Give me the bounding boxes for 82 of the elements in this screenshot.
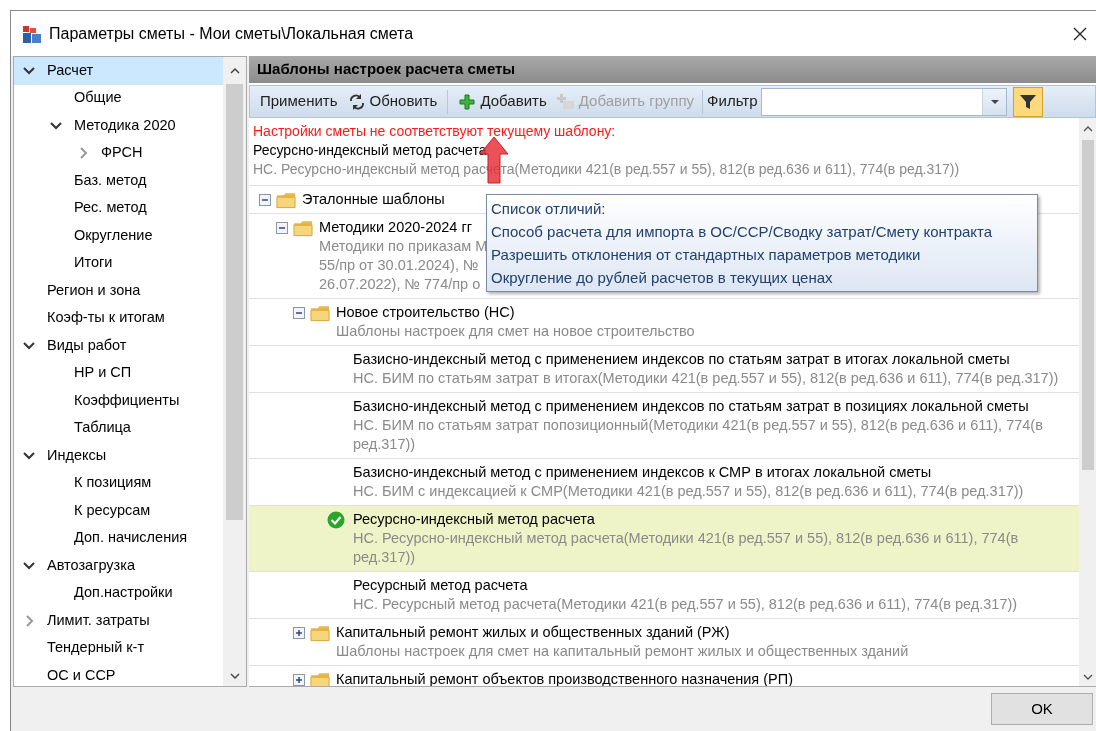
template-row[interactable]: Ресурсный метод расчета НС. Ресурсный метод расчета(Методики 421(в ред.557 и 55), 812(в ред.636 и 611), 774(в ред.317)) bbox=[249, 572, 1079, 619]
group-description: Шаблоны настроек для смет на новое строительство bbox=[336, 322, 695, 341]
tree-item[interactable]: Расчет bbox=[14, 57, 223, 85]
template-row[interactable]: Ресурсно-индексный метод расчета НС. Ресурсно-индексный метод расчета(Методики 421(в ред.557 и 55), 812(в ред.636 и 611), 774(в ред.317)) bbox=[249, 506, 1079, 572]
group-title: Новое строительство (НС) bbox=[336, 303, 516, 322]
folder-icon bbox=[276, 190, 296, 209]
tree-item[interactable]: НР и СП bbox=[14, 359, 223, 387]
tree-item[interactable]: Коэф-ты к итогам bbox=[14, 304, 223, 332]
scroll-up-icon[interactable] bbox=[1082, 124, 1093, 134]
tree-item[interactable]: Итоги bbox=[14, 249, 223, 277]
tree-item[interactable]: Баз. метод bbox=[14, 167, 223, 195]
difference-item: Разрешить отклонения от стандартных параметров методики bbox=[491, 245, 922, 265]
scroll-down-icon[interactable] bbox=[228, 670, 241, 682]
template-row[interactable]: Базисно-индексный метод с применением индексов по статьям затрат в позициях локальной сметы НС. БИМ по статьям затрат попозиционный(Методики 421(в ред.557 и 55), 812(в ред.636 и 611), 774(в ред.317)) bbox=[249, 393, 1079, 459]
toolbar-button[interactable]: Обновить bbox=[343, 88, 442, 115]
template-title: Базисно-индексный метод с применением индексов по статьям затрат в позициях локальной сметы bbox=[353, 397, 1030, 416]
template-description: НС. Ресурсный метод расчета(Методики 421(в ред.557 и 55), 812(в ред.636 и 611), 774(в ред.317)) bbox=[353, 595, 1018, 614]
group-title: Капитальный ремонт жилых и общественных зданий (РЖ) bbox=[336, 623, 731, 642]
tree-item[interactable]: Автозагрузка bbox=[14, 552, 223, 580]
difference-item: Округление до рублей расчетов в текущих ценах bbox=[491, 268, 834, 288]
group-title: Эталонные шаблоны bbox=[302, 190, 445, 209]
difference-item: Способ расчета для импорта в ОС/ССР/Сводку затрат/Смету контракта bbox=[491, 222, 994, 242]
toolbar-button[interactable]: Применить bbox=[256, 88, 342, 115]
template-title: Ресурсный метод расчета bbox=[353, 576, 529, 595]
tree-item[interactable]: Общие bbox=[14, 84, 223, 112]
group-description: Методики по приказам М 55/пр от 30.01.2024), № 26.07.2022), № 774/пр о bbox=[319, 237, 488, 294]
group-title: Методики 2020-2024 гг bbox=[319, 218, 474, 237]
scroll-thumb[interactable] bbox=[1081, 140, 1094, 470]
plus-icon bbox=[458, 92, 477, 111]
group-description: Шаблоны настроек для смет на капитальный ремонт жилых и общественных зданий bbox=[336, 642, 909, 661]
tree-item[interactable]: Методика 2020 bbox=[14, 112, 223, 140]
tree-item[interactable]: К ресурсам bbox=[14, 497, 223, 525]
template-description: НС. Ресурсно-индексный метод расчета(Методики 421(в ред.557 и 55), 812(в ред.636 и 611), 774(в ред.317)) bbox=[353, 529, 1020, 567]
scroll-down-icon[interactable] bbox=[1082, 672, 1093, 682]
dropdown-icon[interactable] bbox=[990, 98, 1000, 105]
template-description: НС. БИМ с индексацией к СМР(Методики 421(в ред.557 и 55), 812(в ред.636 и 611), 774(в ред.317)) bbox=[353, 482, 1024, 501]
add-group-icon bbox=[556, 92, 575, 111]
template-title: Базисно-индексный метод с применением индексов к СМР в итогах локальной сметы bbox=[353, 463, 933, 482]
template-description: НС. БИМ по статьям затрат в итогах(Методики 421(в ред.557 и 55), 812(в ред.636 и 611), 774(в ред.317)) bbox=[353, 369, 1059, 388]
filter-icon bbox=[1019, 92, 1038, 111]
refresh-icon bbox=[347, 92, 366, 111]
scrollbar[interactable] bbox=[1079, 118, 1096, 686]
expand-icon[interactable] bbox=[293, 673, 305, 686]
tree-item[interactable]: Регион и зона bbox=[14, 277, 223, 305]
tooltip-heading: Список отличий: bbox=[491, 199, 607, 219]
template-description: НС. БИМ по статьям затрат попозиционный(Методики 421(в ред.557 и 55), 812(в ред.636 и 611), 774(в ред.317)) bbox=[353, 416, 1044, 454]
tree-item[interactable]: Доп.настройки bbox=[14, 579, 223, 607]
window-title: Параметры сметы - Мои сметы\Локальная смета bbox=[49, 23, 414, 44]
scroll-thumb[interactable] bbox=[226, 84, 243, 520]
template-title: Базисно-индексный метод с применением индексов по статьям затрат в итогах локальной сметы bbox=[353, 350, 1011, 369]
tree-item[interactable]: ФРСН bbox=[14, 139, 223, 167]
tree-item[interactable]: Индексы bbox=[14, 442, 223, 470]
panel-header: Шаблоны настроек расчета сметы bbox=[249, 56, 1096, 83]
folder-icon bbox=[310, 623, 330, 642]
template-row[interactable]: Базисно-индексный метод с применением индексов по статьям затрат в итогах локальной сметы НС. БИМ по статьям затрат в итогах(Методики 421(в ред.557 и 55), 812(в ред.636 и 611), 774(в ред.317)) bbox=[249, 346, 1079, 393]
folder-icon bbox=[310, 303, 330, 322]
toolbar-button[interactable]: Добавить bbox=[454, 88, 551, 115]
tree-item[interactable]: ОС и ССР bbox=[14, 662, 223, 690]
template-title: Ресурсно-индексный метод расчета bbox=[353, 510, 596, 529]
filter-button[interactable] bbox=[1013, 86, 1044, 117]
tree-item[interactable]: К позициям bbox=[14, 469, 223, 497]
close-icon[interactable] bbox=[1072, 25, 1088, 42]
tree-item[interactable]: Тендерный к-т bbox=[14, 634, 223, 662]
tree-item[interactable]: Рес. метод bbox=[14, 194, 223, 222]
filter-label: Фильтр bbox=[707, 91, 758, 112]
expand-icon[interactable] bbox=[293, 626, 305, 639]
folder-icon bbox=[293, 218, 313, 237]
tree-item[interactable]: Виды работ bbox=[14, 332, 223, 360]
collapse-icon[interactable] bbox=[293, 306, 305, 319]
tree-item[interactable]: Коэффициенты bbox=[14, 387, 223, 415]
tree-item[interactable]: Доп. начисления bbox=[14, 524, 223, 552]
tree-item[interactable]: Лимит. затраты bbox=[14, 607, 223, 635]
tree-item[interactable]: Таблица bbox=[14, 414, 223, 442]
warning-message: Настройки сметы не соответствуют текущему шаблону: bbox=[253, 122, 616, 141]
filter-field[interactable] bbox=[761, 87, 1008, 116]
folder-icon bbox=[310, 670, 330, 686]
tree-item[interactable]: Округление bbox=[14, 222, 223, 250]
collapse-icon[interactable] bbox=[259, 193, 271, 206]
collapse-icon[interactable] bbox=[276, 221, 288, 234]
ok-button[interactable]: OK bbox=[991, 693, 1093, 725]
scrollbar[interactable] bbox=[223, 57, 246, 686]
check-icon bbox=[327, 510, 345, 529]
